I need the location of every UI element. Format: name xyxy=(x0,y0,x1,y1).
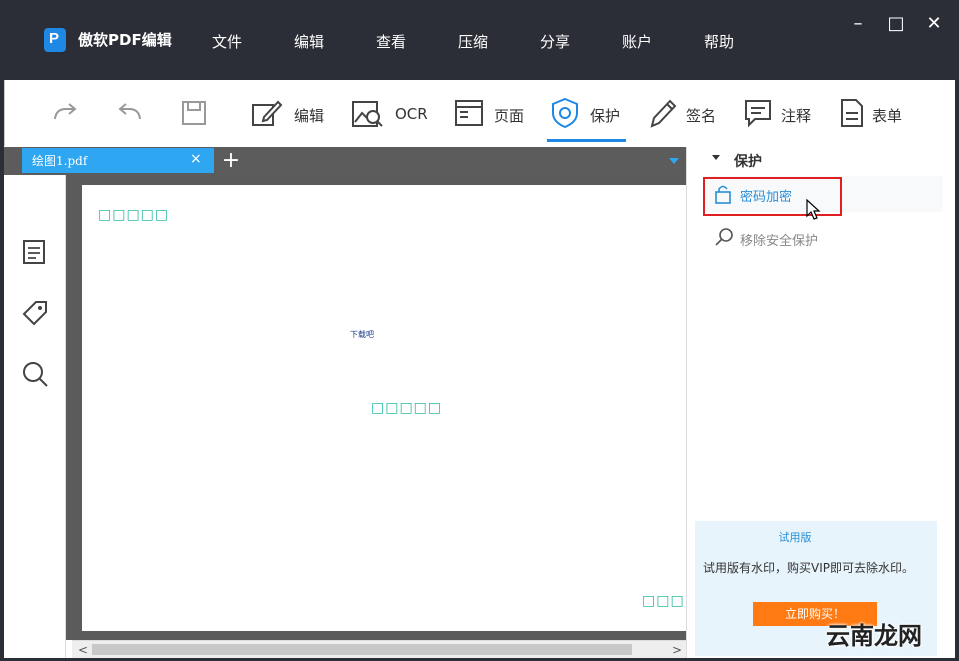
maximize-button[interactable]: □ xyxy=(885,14,907,34)
toolbar-ocr-label: OCR xyxy=(395,105,428,123)
document-tab-label: 绘图1.pdf xyxy=(32,154,88,168)
menu-compress[interactable]: 压缩 xyxy=(458,31,488,52)
scroll-left-icon[interactable]: < xyxy=(78,643,88,657)
comment-icon xyxy=(745,100,771,128)
trial-message: 试用版有水印，购买VIP即可去除水印。 xyxy=(703,561,914,575)
menu-file[interactable]: 文件 xyxy=(212,31,242,52)
toolbar-form-button[interactable]: 表单 xyxy=(838,96,918,142)
toolbar-edit-button[interactable]: 编辑 xyxy=(250,96,330,142)
title-bar: 傲软PDF编辑 文件 编辑 查看 压缩 分享 账户 帮助 – □ ✕ xyxy=(0,0,959,80)
watermark-text: □□□□□ xyxy=(98,207,170,223)
search-icon[interactable] xyxy=(20,359,50,389)
bookmark-tag-icon[interactable] xyxy=(20,298,50,328)
edit-icon xyxy=(252,100,283,126)
horizontal-scrollbar[interactable]: < > xyxy=(72,640,686,658)
redo-icon[interactable] xyxy=(50,97,82,129)
toolbar-protect-button[interactable]: 保护 xyxy=(550,96,630,142)
watermark-text: □□□□□ xyxy=(371,400,443,416)
menu-share[interactable]: 分享 xyxy=(540,31,570,52)
document-tab[interactable]: 绘图1.pdf × xyxy=(22,148,214,173)
site-watermark: 云南龙网 xyxy=(826,622,922,650)
app-title: 傲软PDF编辑 xyxy=(78,31,172,49)
scrollbar-thumb[interactable] xyxy=(92,644,632,655)
mouse-cursor-icon xyxy=(806,199,821,220)
undo-icon[interactable] xyxy=(113,97,145,129)
toolbar-sign-button[interactable]: 签名 xyxy=(648,96,728,142)
ocr-icon xyxy=(352,101,383,127)
thumbnails-icon[interactable] xyxy=(20,237,50,267)
toolbar-edit-label: 编辑 xyxy=(294,107,325,125)
menu-edit[interactable]: 编辑 xyxy=(294,31,324,52)
toolbar-annotate-button[interactable]: 注释 xyxy=(743,96,823,142)
close-window-button[interactable]: ✕ xyxy=(923,14,945,34)
toolbar-ocr-button[interactable]: OCR xyxy=(351,96,431,142)
scroll-right-icon[interactable]: > xyxy=(672,643,682,657)
remove-security-option[interactable]: 移除安全保护 xyxy=(703,220,943,256)
menu-help[interactable]: 帮助 xyxy=(704,31,734,52)
form-icon xyxy=(841,99,863,127)
toolbar-page-button[interactable]: 页面 xyxy=(454,96,534,142)
toolbar-page-label: 页面 xyxy=(494,107,525,125)
page-icon xyxy=(455,100,483,126)
watermark-small-text: 下载吧 xyxy=(350,330,374,339)
toolbar-annotate-label: 注释 xyxy=(781,107,812,125)
menu-view[interactable]: 查看 xyxy=(376,31,406,52)
section-title[interactable]: 保护 xyxy=(734,151,762,171)
close-tab-icon[interactable]: × xyxy=(190,151,202,167)
pdf-page[interactable]: □□□□□ 下载吧 □□□□□ □□□ xyxy=(82,185,686,631)
menu-account[interactable]: 账户 xyxy=(622,31,652,52)
tab-dropdown-icon[interactable] xyxy=(669,158,679,164)
add-tab-button[interactable]: + xyxy=(220,148,242,174)
toolbar-sign-label: 签名 xyxy=(686,107,717,125)
highlight-box xyxy=(703,177,842,216)
shield-icon xyxy=(552,97,578,129)
minimize-button[interactable]: – xyxy=(847,14,869,34)
collapse-arrow-icon[interactable] xyxy=(712,155,720,160)
save-icon[interactable] xyxy=(178,97,210,129)
watermark-text-partial: □□□ xyxy=(642,593,685,609)
trial-title: 试用版 xyxy=(778,531,812,544)
toolbar-form-label: 表单 xyxy=(872,107,903,125)
app-logo-icon xyxy=(44,28,66,52)
active-tab-indicator xyxy=(547,139,626,142)
search-icon xyxy=(715,228,733,246)
pen-icon xyxy=(650,99,677,128)
remove-security-label: 移除安全保护 xyxy=(740,234,819,249)
toolbar-protect-label: 保护 xyxy=(590,107,621,125)
